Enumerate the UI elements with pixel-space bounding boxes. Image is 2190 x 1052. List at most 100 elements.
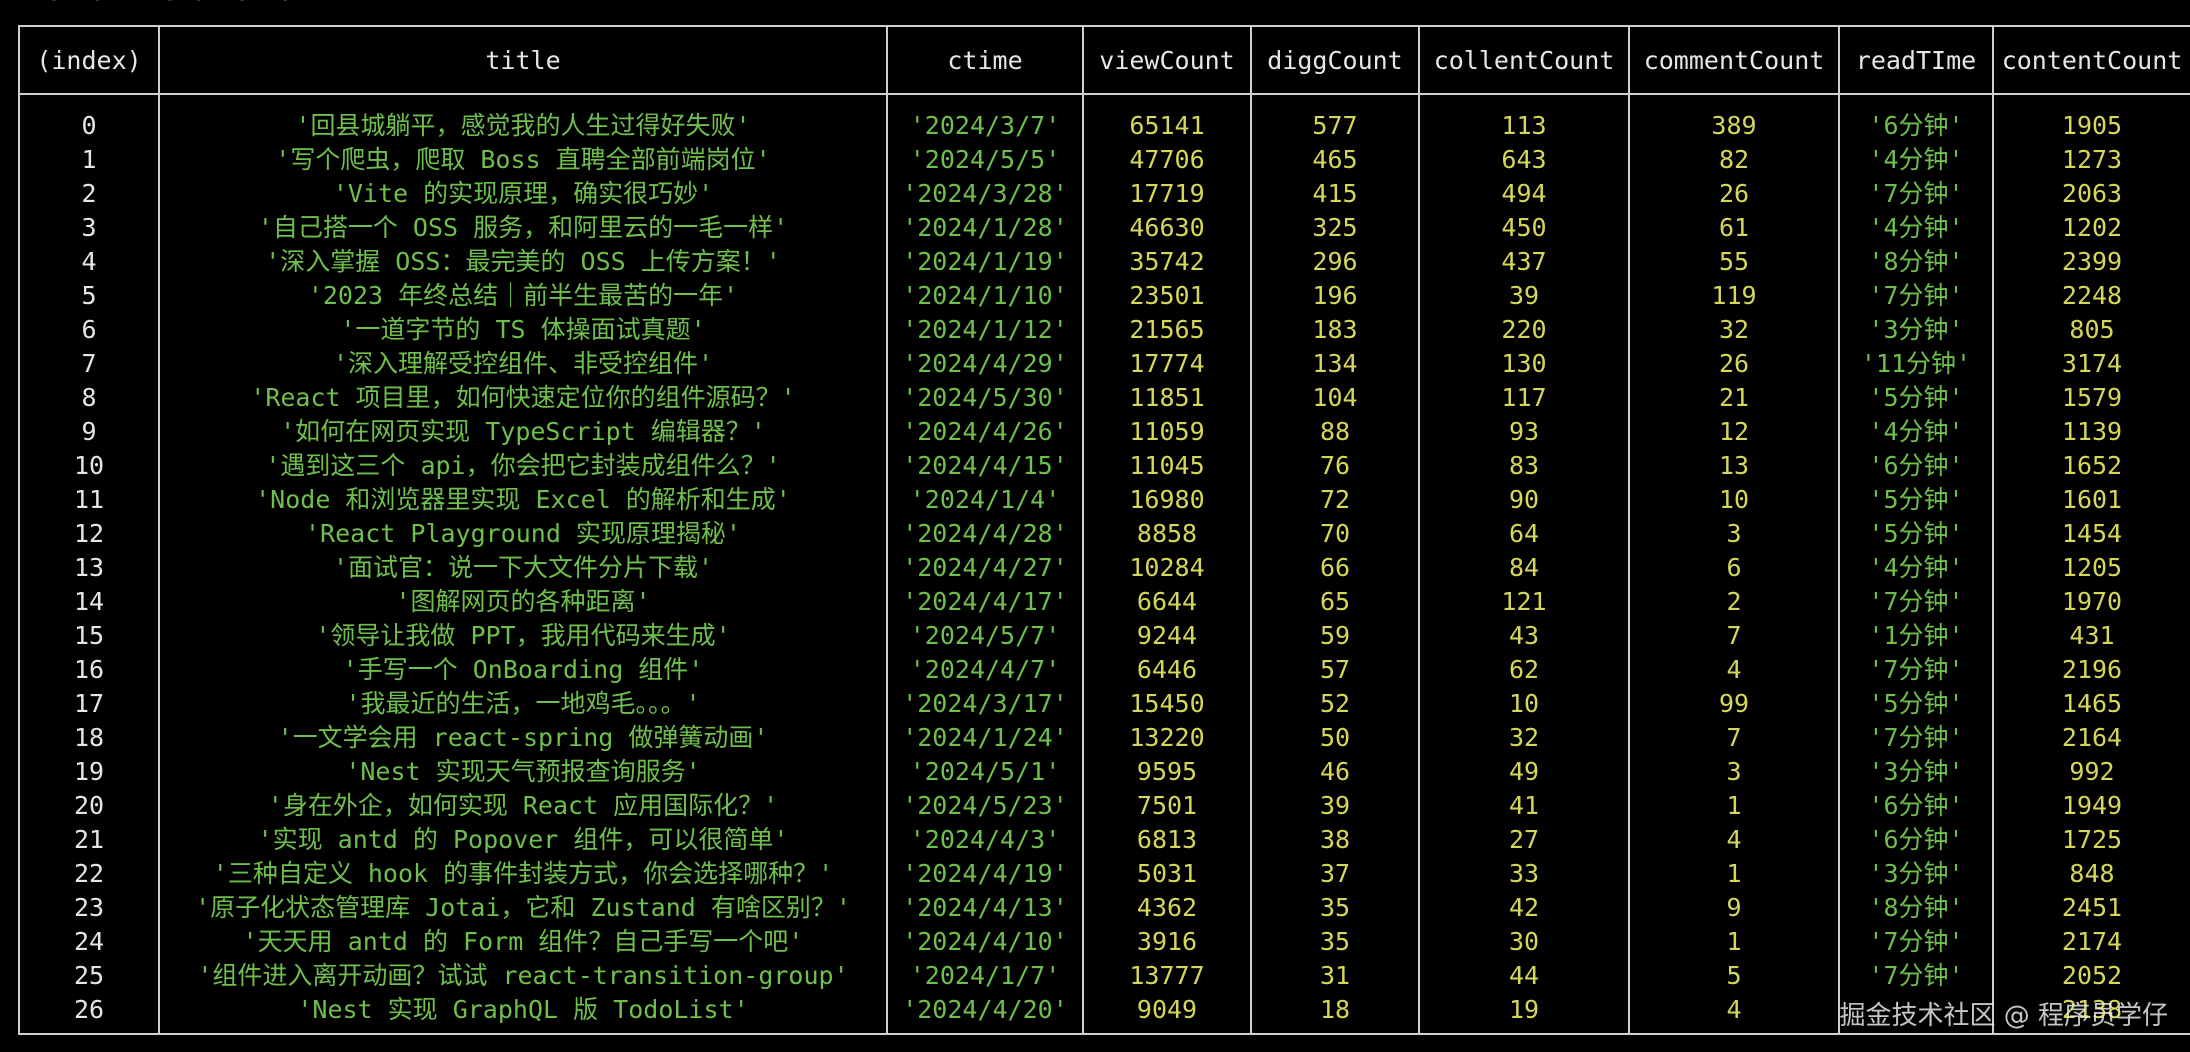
cell-collentcount: 30 (1418, 925, 1630, 959)
cell-collentcount: 64 (1418, 517, 1630, 551)
cell-viewcount: 15450 (1082, 687, 1252, 721)
table-row: 9 '如何在网页实现 TypeScript 编辑器？' '2024/4/26' 110… (18, 415, 2190, 449)
cell-title: '领导让我做 PPT，我用代码来生成' (158, 619, 888, 653)
cell-commentcount: 7 (1628, 721, 1840, 755)
cell-title: '面试官：说一下大文件分片下载' (158, 551, 888, 585)
cell-ctime: '2024/4/7' (886, 653, 1084, 687)
cell-diggcount: 196 (1250, 279, 1420, 313)
cell-ctime: '2024/4/19' (886, 857, 1084, 891)
cell-contentcount: 1273 (1992, 143, 2190, 177)
cell-contentcount: 1579 (1992, 381, 2190, 415)
cell-viewcount: 13220 (1082, 721, 1252, 755)
cell-diggcount: 415 (1250, 177, 1420, 211)
cell-commentcount: 4 (1628, 823, 1840, 857)
cell-index: 6 (18, 313, 160, 347)
cell-title: 'React 项目里，如何快速定位你的组件源码？' (158, 381, 888, 415)
cell-ctime: '2024/3/28' (886, 177, 1084, 211)
cell-diggcount: 70 (1250, 517, 1420, 551)
cell-index: 26 (18, 993, 160, 1035)
cell-commentcount: 4 (1628, 993, 1840, 1035)
cell-commentcount: 4 (1628, 653, 1840, 687)
cell-collentcount: 27 (1418, 823, 1630, 857)
cell-readtime: '6分钟' (1838, 823, 1994, 857)
cell-contentcount: 2174 (1992, 925, 2190, 959)
cell-viewcount: 9049 (1082, 993, 1252, 1035)
cell-ctime: '2024/5/1' (886, 755, 1084, 789)
cell-diggcount: 88 (1250, 415, 1420, 449)
cell-ctime: '2024/1/12' (886, 313, 1084, 347)
cell-commentcount: 6 (1628, 551, 1840, 585)
cell-readtime: '7分钟' (1838, 925, 1994, 959)
cell-ctime: '2024/4/28' (886, 517, 1084, 551)
cell-ctime: '2024/1/10' (886, 279, 1084, 313)
cell-collentcount: 10 (1418, 687, 1630, 721)
cell-readtime: '5分钟' (1838, 687, 1994, 721)
cell-commentcount: 61 (1628, 211, 1840, 245)
cell-contentcount: 1949 (1992, 789, 2190, 823)
cell-viewcount: 11045 (1082, 449, 1252, 483)
cell-contentcount: 1139 (1992, 415, 2190, 449)
cell-readtime: '3分钟' (1838, 857, 1994, 891)
cell-readtime: '4分钟' (1838, 415, 1994, 449)
cell-readtime: '5分钟' (1838, 381, 1994, 415)
cell-commentcount: 2 (1628, 585, 1840, 619)
cell-readtime: '7分钟' (1838, 279, 1994, 313)
table-row: 15 '领导让我做 PPT，我用代码来生成' '2024/5/7' 9244 59 43 7… (18, 619, 2190, 653)
cell-viewcount: 10284 (1082, 551, 1252, 585)
table-row: 0 '回县城躺平，感觉我的人生过得好失败' '2024/3/7' 65141 577 11… (18, 94, 2190, 143)
cell-ctime: '2024/5/23' (886, 789, 1084, 823)
cell-index: 8 (18, 381, 160, 415)
cell-ctime: '2024/4/27' (886, 551, 1084, 585)
cell-collentcount: 450 (1418, 211, 1630, 245)
cell-collentcount: 220 (1418, 313, 1630, 347)
cell-readtime: '1分钟' (1838, 619, 1994, 653)
cell-diggcount: 72 (1250, 483, 1420, 517)
cell-readtime: '7分钟' (1838, 177, 1994, 211)
cell-collentcount: 84 (1418, 551, 1630, 585)
cell-diggcount: 66 (1250, 551, 1420, 585)
cell-commentcount: 119 (1628, 279, 1840, 313)
cell-collentcount: 49 (1418, 755, 1630, 789)
cell-contentcount: 1601 (1992, 483, 2190, 517)
cell-index: 1 (18, 143, 160, 177)
cell-index: 14 (18, 585, 160, 619)
table-row: 17 '我最近的生活，一地鸡毛。。。' '2024/3/17' 15450 52 10 99… (18, 687, 2190, 721)
cell-ctime: '2024/4/20' (886, 993, 1084, 1035)
cell-diggcount: 76 (1250, 449, 1420, 483)
cell-collentcount: 41 (1418, 789, 1630, 823)
cell-collentcount: 33 (1418, 857, 1630, 891)
table-row: 3 '自己搭一个 OSS 服务，和阿里云的一毛一样' '2024/1/28' 4663… (18, 211, 2190, 245)
cell-readtime: '7分钟' (1838, 721, 1994, 755)
table-body: 0 '回县城躺平，感觉我的人生过得好失败' '2024/3/7' 65141 577 11… (18, 94, 2190, 1035)
cell-title: '深入掌握 OSS：最完美的 OSS 上传方案！' (158, 245, 888, 279)
previous-output-line: • • • • • • (18, 0, 293, 12)
table-row: 21 '实现 antd 的 Popover 组件，可以很简单' '2024/4/3'… (18, 823, 2190, 857)
cell-index: 2 (18, 177, 160, 211)
cell-index: 7 (18, 347, 160, 381)
cell-title: 'Node 和浏览器里实现 Excel 的解析和生成' (158, 483, 888, 517)
cell-contentcount: 2399 (1992, 245, 2190, 279)
cell-title: '遇到这三个 api，你会把它封装成组件么？' (158, 449, 888, 483)
cell-ctime: '2024/4/10' (886, 925, 1084, 959)
cell-ctime: '2024/4/26' (886, 415, 1084, 449)
table-row: 1 '写个爬虫，爬取 Boss 直聘全部前端岗位' '2024/5/5' 47706 4… (18, 143, 2190, 177)
cell-readtime: '4分钟' (1838, 551, 1994, 585)
cell-title: 'Nest 实现天气预报查询服务' (158, 755, 888, 789)
cell-viewcount: 11851 (1082, 381, 1252, 415)
table-row: 22 '三种自定义 hook 的事件封装方式，你会选择哪种？' '2024/4/19… (18, 857, 2190, 891)
cell-index: 5 (18, 279, 160, 313)
table-row: 11 'Node 和浏览器里实现 Excel 的解析和生成' '2024/1/4' 1… (18, 483, 2190, 517)
cell-title: 'Nest 实现 GraphQL 版 TodoList' (158, 993, 888, 1035)
cell-commentcount: 12 (1628, 415, 1840, 449)
table-row: 8 'React 项目里，如何快速定位你的组件源码？' '2024/5/30' 118… (18, 381, 2190, 415)
cell-collentcount: 117 (1418, 381, 1630, 415)
cell-readtime: '3分钟' (1838, 313, 1994, 347)
table-row: 5'2023 年终总结｜前半生最苦的一年' '2024/1/10' 23501 196… (18, 279, 2190, 313)
cell-ctime: '2024/3/7' (886, 94, 1084, 143)
table-row: 18 '一文学会用 react-spring 做弹簧动画' '2024/1/24' 1… (18, 721, 2190, 755)
cell-diggcount: 35 (1250, 891, 1420, 925)
cell-viewcount: 21565 (1082, 313, 1252, 347)
cell-contentcount: 1202 (1992, 211, 2190, 245)
table-row: 12 'React Playground 实现原理揭秘' '2024/4/28' 88… (18, 517, 2190, 551)
cell-title: '组件进入离开动画？试试 react-transition-group' (158, 959, 888, 993)
